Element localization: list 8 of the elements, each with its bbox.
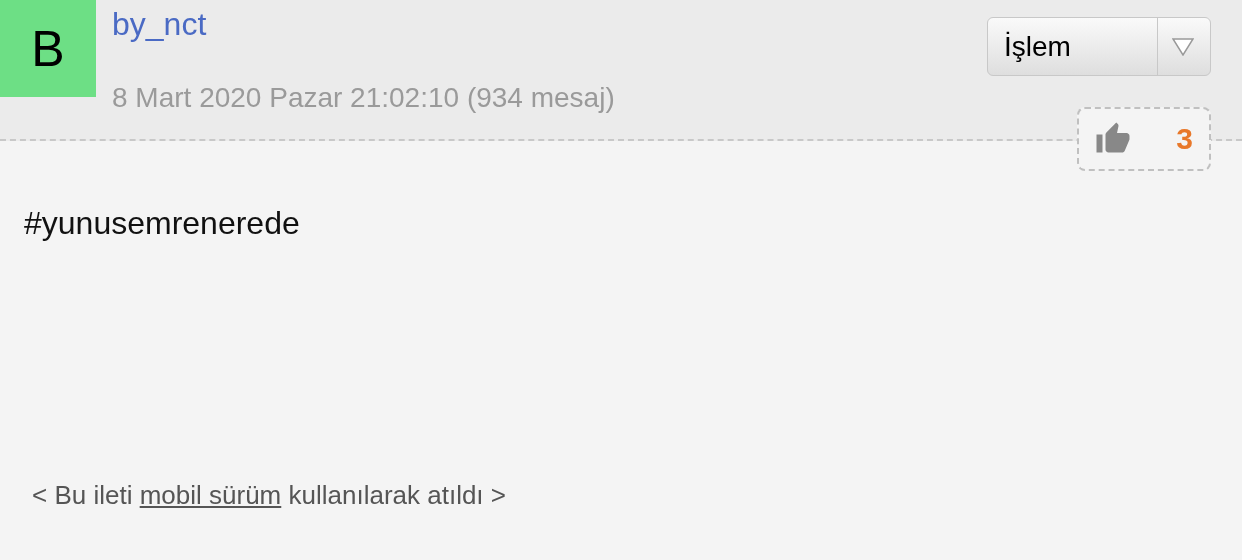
caret-icon: [1172, 37, 1194, 56]
post-date: 8 Mart 2020 Pazar 21:02:10 (934 mesaj): [112, 82, 616, 114]
post-body-text: #yunusemrenerede: [23, 204, 301, 242]
mobile-version-link[interactable]: mobil sürüm: [139, 480, 282, 510]
footer-note: < Bu ileti mobil sürüm kullanılarak atıldı >: [32, 480, 506, 511]
author-link[interactable]: by_nct: [112, 4, 987, 44]
avatar: B: [0, 0, 96, 97]
action-dropdown[interactable]: İşlem: [987, 17, 1211, 76]
